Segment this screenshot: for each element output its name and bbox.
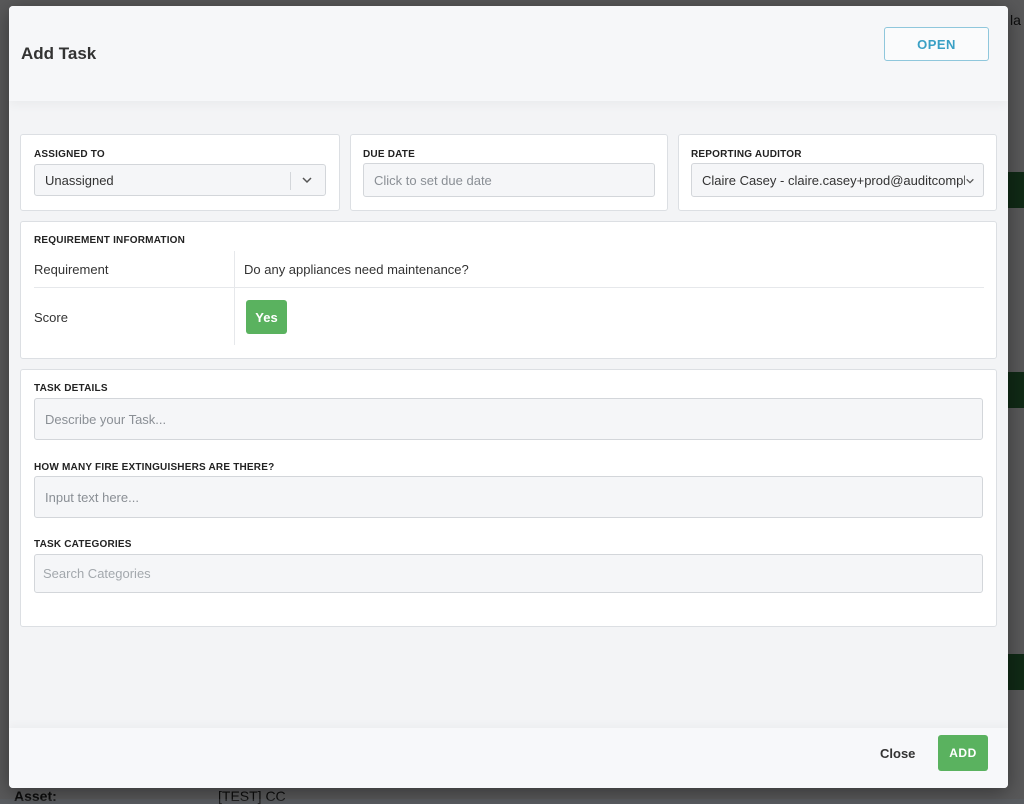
chevron-down-icon[interactable]	[965, 176, 975, 186]
due-date-input[interactable]: Click to set due date	[363, 163, 655, 197]
chevron-down-icon[interactable]	[301, 174, 313, 186]
reporting-auditor-value: Claire Casey - claire.casey+prod@auditco…	[702, 172, 965, 188]
task-details-input[interactable]: Describe your Task...	[34, 398, 983, 440]
assigned-to-value: Unassigned	[45, 172, 114, 188]
assigned-to-select[interactable]: Unassigned	[34, 164, 326, 196]
modal-footer	[9, 728, 1008, 788]
task-categories-search[interactable]: Search Categories	[34, 554, 983, 593]
task-categories-label: TASK CATEGORIES	[34, 539, 132, 550]
due-date-label: DUE DATE	[363, 149, 415, 160]
fire-extinguishers-label: HOW MANY FIRE EXTINGUISHERS ARE THERE?	[34, 462, 275, 473]
requirement-information-card: REQUIREMENT INFORMATION Requirement Do a…	[20, 221, 997, 359]
score-yes-badge: Yes	[246, 300, 287, 334]
requirement-key: Requirement	[34, 262, 109, 277]
task-details-label: TASK DETAILS	[34, 383, 108, 394]
task-details-placeholder: Describe your Task...	[45, 411, 167, 427]
reporting-auditor-card: REPORTING AUDITOR Claire Casey - claire.…	[678, 134, 997, 211]
reporting-auditor-select[interactable]: Claire Casey - claire.casey+prod@auditco…	[691, 163, 984, 197]
row-divider	[34, 287, 984, 288]
fire-extinguishers-input[interactable]: Input text here...	[34, 476, 983, 518]
score-key: Score	[34, 310, 68, 325]
due-date-placeholder: Click to set due date	[374, 172, 492, 188]
due-date-card: DUE DATE Click to set due date	[350, 134, 668, 211]
table-divider	[234, 251, 235, 345]
select-divider	[290, 172, 291, 190]
assigned-to-card: ASSIGNED TO Unassigned	[20, 134, 340, 211]
task-details-card: TASK DETAILS Describe your Task... HOW M…	[20, 369, 997, 627]
close-button[interactable]: Close	[880, 746, 915, 761]
modal-header: Add Task OPEN	[9, 6, 1008, 101]
requirement-information-label: REQUIREMENT INFORMATION	[34, 235, 186, 246]
fire-extinguishers-placeholder: Input text here...	[45, 489, 139, 505]
task-categories-placeholder: Search Categories	[43, 566, 151, 581]
add-button[interactable]: ADD	[938, 735, 988, 771]
assigned-to-label: ASSIGNED TO	[34, 149, 105, 160]
add-task-modal: Add Task OPEN ASSIGNED TO Unassigned DUE…	[9, 6, 1008, 788]
requirement-value: Do any appliances need maintenance?	[244, 262, 469, 277]
status-open-button[interactable]: OPEN	[884, 27, 989, 61]
modal-title: Add Task	[21, 44, 97, 63]
reporting-auditor-label: REPORTING AUDITOR	[691, 149, 802, 160]
